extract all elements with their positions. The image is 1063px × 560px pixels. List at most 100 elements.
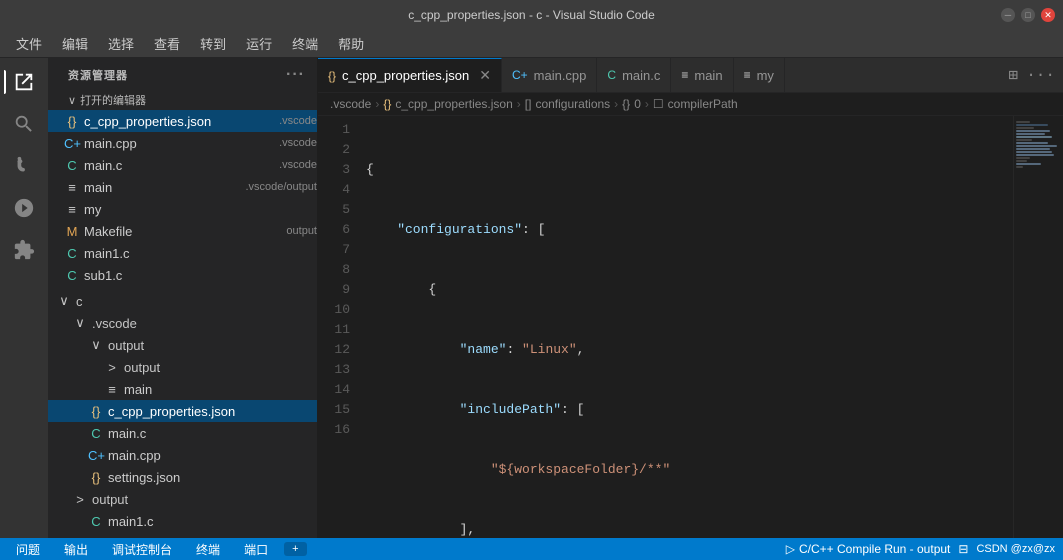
status-terminal[interactable]: 终端 (188, 538, 228, 560)
chevron-down-icon: ∨ (56, 293, 72, 309)
chevron-right-icon: > (104, 360, 120, 375)
close-button[interactable]: ✕ (1041, 8, 1055, 22)
tree-folder-vscode[interactable]: ∨ .vscode (48, 312, 317, 334)
open-editor-main-c[interactable]: C main.c .vscode (48, 154, 317, 176)
breadcrumb-vscode[interactable]: .vscode (330, 97, 371, 111)
menu-help[interactable]: 帮助 (330, 32, 372, 55)
tab-my[interactable]: ≡ my (734, 58, 785, 92)
c-icon3: C (64, 268, 80, 283)
tree-main-cpp[interactable]: C+ main.cpp (48, 444, 317, 466)
sidebar-header: 资源管理器 ··· (48, 58, 317, 88)
open-editor-cpp-properties[interactable]: {} c_cpp_properties.json .vscode (48, 110, 317, 132)
menu-run[interactable]: 运行 (238, 32, 280, 55)
tab-eq-icon2: ≡ (744, 68, 751, 82)
open-editor-my[interactable]: ≡ my (48, 198, 317, 220)
status-output[interactable]: 输出 (56, 538, 96, 560)
status-problems[interactable]: 问题 (8, 538, 48, 560)
menu-terminal[interactable]: 终端 (284, 32, 326, 55)
tab-cpp-properties[interactable]: {} c_cpp_properties.json ✕ (318, 58, 502, 92)
open-editors-list: {} c_cpp_properties.json .vscode C+ main… (48, 110, 317, 286)
status-add-button[interactable]: + (284, 542, 306, 556)
eq-icon3: ≡ (104, 382, 120, 397)
menu-goto[interactable]: 转到 (192, 32, 234, 55)
tab-label3: main.c (622, 68, 660, 83)
tree-output2[interactable]: > output (48, 488, 317, 510)
maximize-button[interactable]: □ (1021, 8, 1035, 22)
breadcrumb: .vscode › {} c_cpp_properties.json › [] … (318, 93, 1063, 116)
activity-search[interactable] (4, 104, 44, 144)
eq-icon2: ≡ (64, 202, 80, 217)
activity-source-control[interactable] (4, 146, 44, 186)
tree-settings-json[interactable]: {} settings.json (48, 466, 317, 488)
tree-subfolder-output[interactable]: > output (48, 356, 317, 378)
breadcrumb-json-icon: {} (383, 97, 391, 111)
breadcrumb-compiler-path[interactable]: compilerPath (668, 97, 738, 111)
minimize-button[interactable]: ─ (1001, 8, 1015, 22)
status-bar: 问题 输出 调试控制台 终端 端口 + ▷ C/C++ Compile Run … (0, 538, 1063, 560)
window-title: c_cpp_properties.json - c - Visual Studi… (408, 8, 655, 22)
status-compile-run[interactable]: ▷ C/C++ Compile Run - output (786, 542, 951, 556)
status-left: 问题 输出 调试控制台 终端 端口 + (8, 538, 307, 560)
tab-label5: my (757, 68, 774, 83)
sidebar-more-icon[interactable]: ··· (286, 66, 305, 84)
json-icon2: {} (88, 404, 104, 419)
activity-extensions[interactable] (4, 230, 44, 270)
code-line-5: "includePath": [ (358, 400, 1013, 420)
tree-main1c[interactable]: C main1.c (48, 510, 317, 532)
tab-close-button[interactable]: ✕ (479, 67, 491, 84)
cpp-icon2: C+ (88, 448, 104, 463)
split-editor-icon[interactable]: ⊞ (1009, 65, 1019, 85)
tree-main-c[interactable]: C main.c (48, 422, 317, 444)
tabs-bar: {} c_cpp_properties.json ✕ C+ main.cpp C… (318, 58, 1063, 93)
status-debug-console[interactable]: 调试控制台 (104, 538, 180, 560)
code-line-6: "${workspaceFolder}/**" (358, 460, 1013, 480)
json-icon3: {} (88, 470, 104, 485)
editor-area: {} c_cpp_properties.json ✕ C+ main.cpp C… (318, 58, 1063, 538)
code-line-1: { (358, 160, 1013, 180)
main-layout: 资源管理器 ··· ∨打开的编辑器 {} c_cpp_properties.js… (0, 58, 1063, 538)
tree-main-eq[interactable]: ≡ main (48, 378, 317, 400)
json-icon: {} (64, 114, 80, 129)
file-tree: ∨ c ∨ .vscode ∨ output > output ≡ main (48, 290, 317, 538)
tab-main-eq[interactable]: ≡ main (671, 58, 733, 92)
code-editor: 1234 5678 9101112 13141516 { "configurat… (318, 116, 1063, 538)
tab-eq-icon: ≡ (681, 68, 688, 82)
tab-main-c[interactable]: C main.c (597, 58, 671, 92)
status-layout-icon[interactable]: ⊟ (958, 542, 968, 556)
tab-c-icon: C (607, 68, 616, 82)
code-line-7: ], (358, 520, 1013, 538)
eq-icon: ≡ (64, 180, 80, 195)
menu-bar: 文件 编辑 选择 查看 转到 运行 终端 帮助 (0, 30, 1063, 58)
code-content[interactable]: { "configurations": [ { "name": "Linux",… (358, 116, 1013, 538)
chevron-down-icon2: ∨ (72, 315, 88, 331)
open-editor-sub1c[interactable]: C sub1.c (48, 264, 317, 286)
breadcrumb-0[interactable]: 0 (634, 97, 641, 111)
c-icon2: C (64, 246, 80, 261)
status-brand: CSDN @zx@zx (976, 543, 1055, 555)
status-ports[interactable]: 端口 (236, 538, 276, 560)
title-bar: c_cpp_properties.json - c - Visual Studi… (0, 0, 1063, 30)
makefile-icon: M (64, 224, 80, 239)
breadcrumb-box-icon: ☐ (653, 97, 664, 111)
tab-cpp-icon: C+ (512, 68, 528, 82)
breadcrumb-configurations[interactable]: configurations (535, 97, 610, 111)
open-editor-makefile[interactable]: M Makefile output (48, 220, 317, 242)
more-tabs-icon[interactable]: ··· (1026, 66, 1055, 84)
breadcrumb-brace1: {} (622, 97, 630, 111)
tree-folder-c[interactable]: ∨ c (48, 290, 317, 312)
menu-select[interactable]: 选择 (100, 32, 142, 55)
activity-explorer[interactable] (4, 62, 44, 102)
tree-folder-output[interactable]: ∨ output (48, 334, 317, 356)
menu-file[interactable]: 文件 (8, 32, 50, 55)
menu-view[interactable]: 查看 (146, 32, 188, 55)
open-editor-main-eq[interactable]: ≡ main .vscode/output (48, 176, 317, 198)
chevron-right-icon2: > (72, 492, 88, 507)
breadcrumb-file[interactable]: c_cpp_properties.json (395, 97, 512, 111)
menu-edit[interactable]: 编辑 (54, 32, 96, 55)
sidebar: 资源管理器 ··· ∨打开的编辑器 {} c_cpp_properties.js… (48, 58, 318, 538)
activity-debug[interactable] (4, 188, 44, 228)
open-editor-main-cpp[interactable]: C+ main.cpp .vscode (48, 132, 317, 154)
tab-main-cpp[interactable]: C+ main.cpp (502, 58, 597, 92)
tree-cpp-props[interactable]: {} c_cpp_properties.json (48, 400, 317, 422)
open-editor-main1c[interactable]: C main1.c (48, 242, 317, 264)
